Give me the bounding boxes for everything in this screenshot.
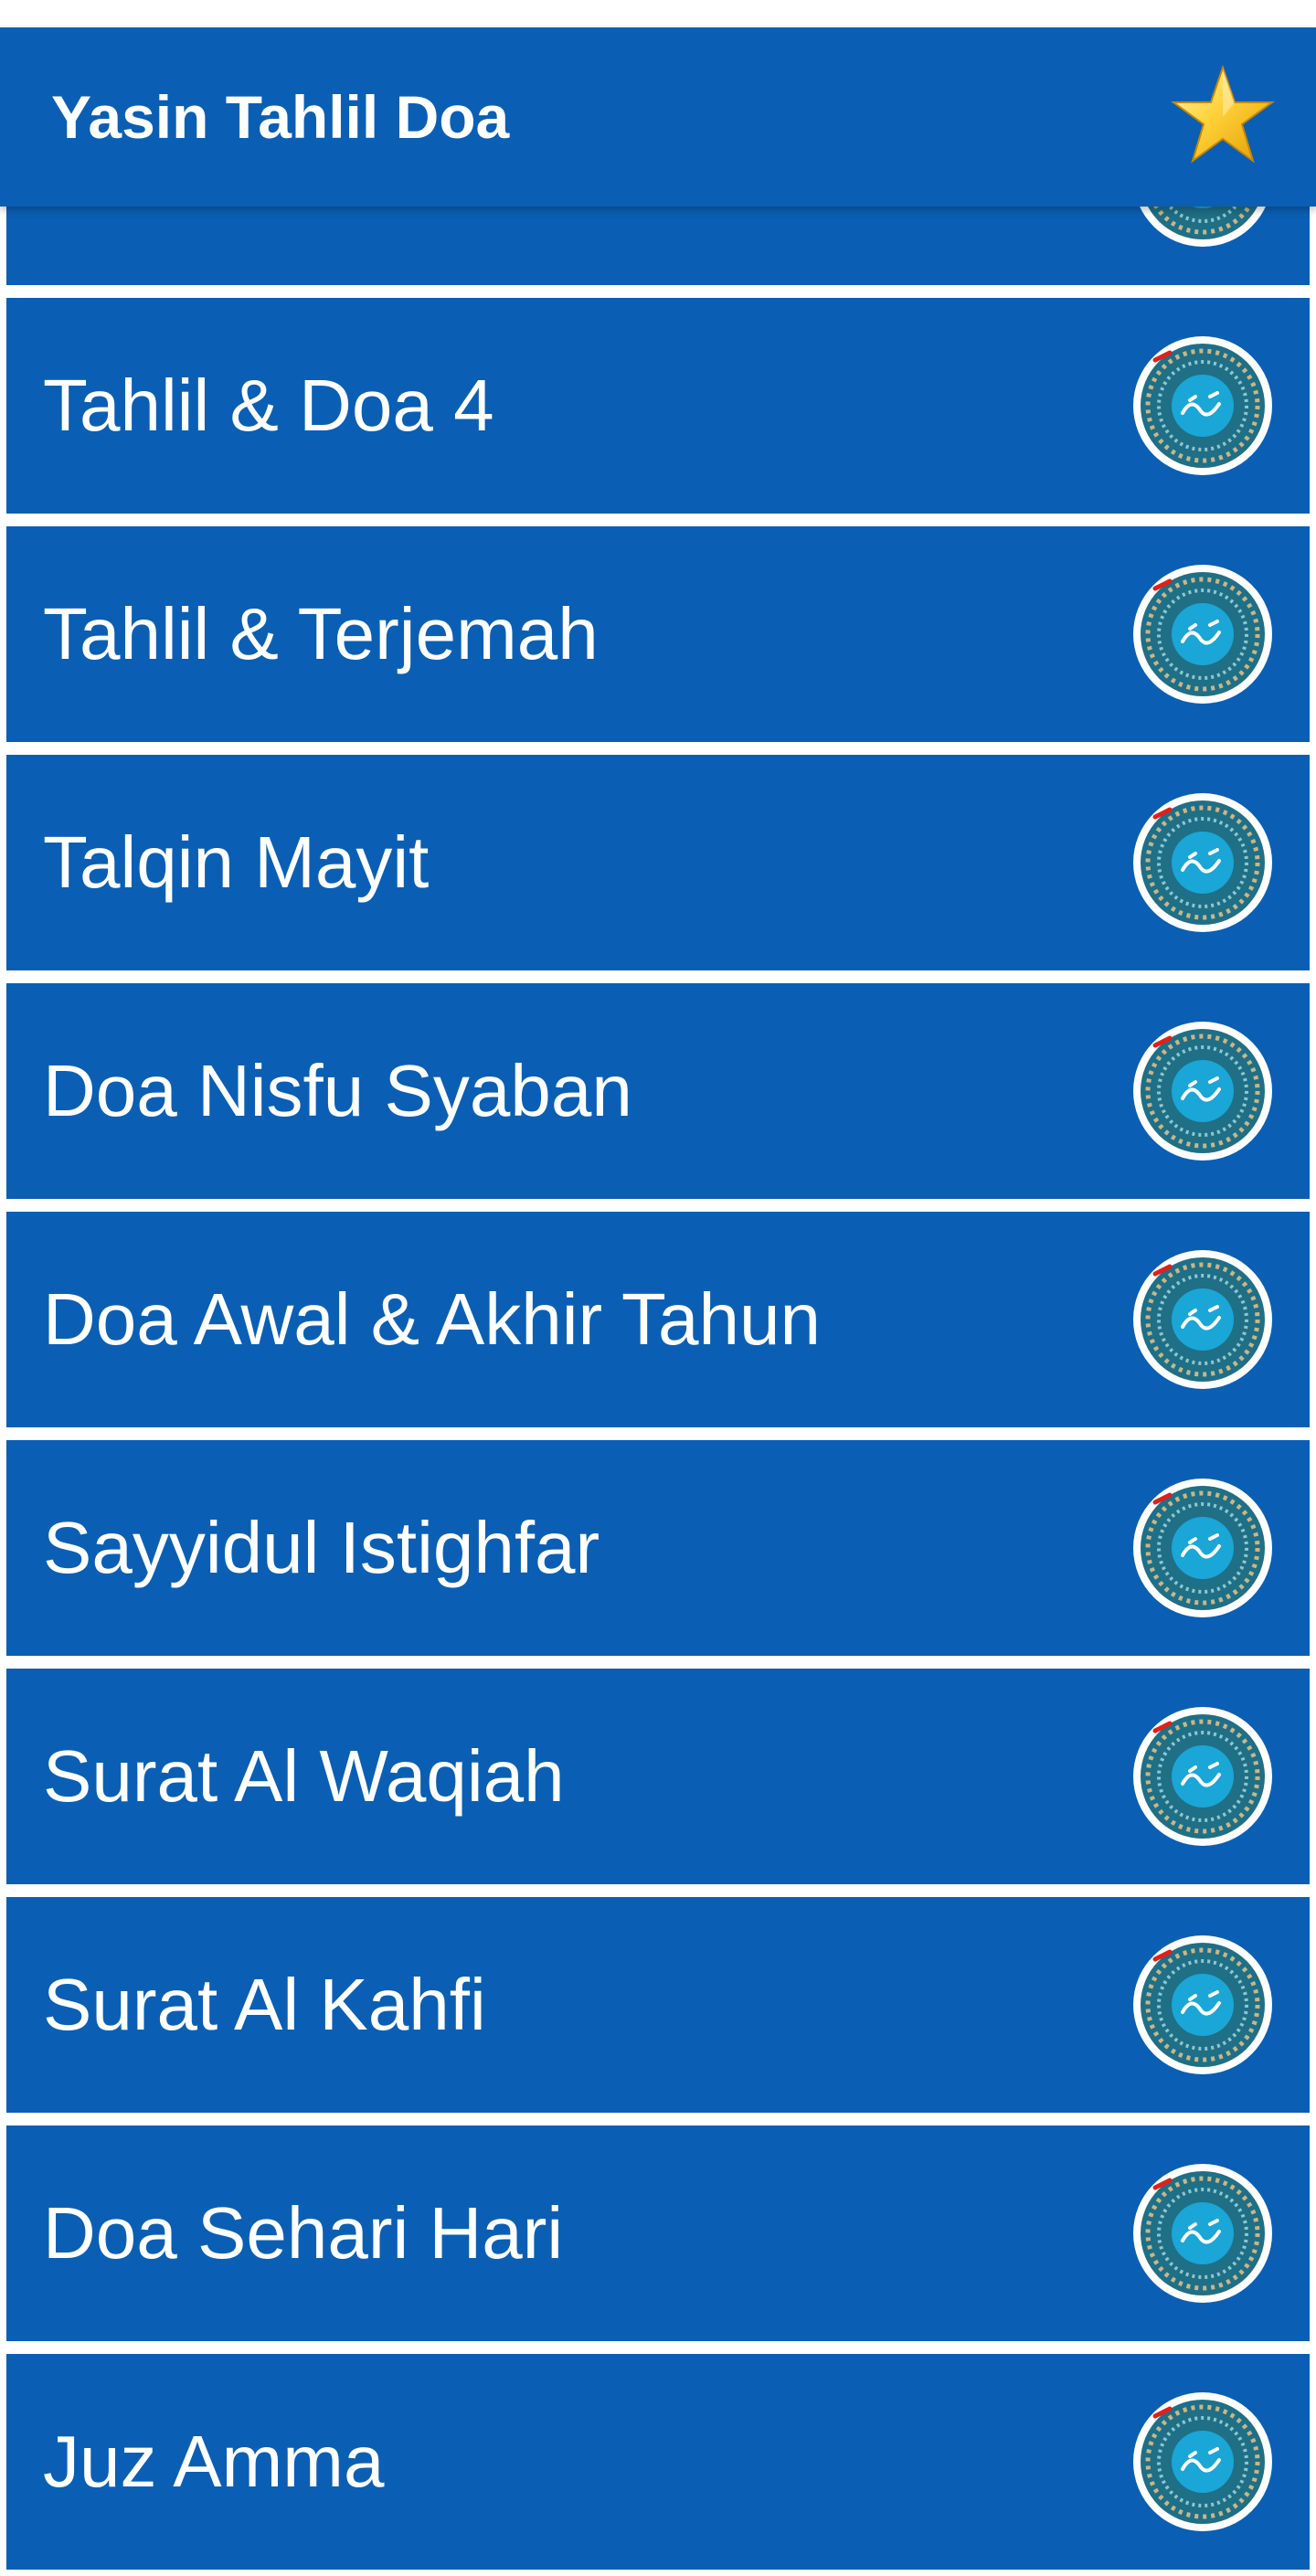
list-item[interactable]: Surat Al Waqiah bbox=[6, 1669, 1310, 1884]
star-icon bbox=[1170, 64, 1276, 164]
list-item-label: Tahlil & Doa 4 bbox=[43, 365, 494, 446]
list-item[interactable]: Tahlil & Doa 4 bbox=[6, 298, 1310, 514]
yasin-medallion-icon bbox=[1130, 1018, 1276, 1164]
list-item-label: Doa Sehari Hari bbox=[43, 2192, 564, 2274]
yasin-medallion-icon bbox=[1130, 2160, 1276, 2306]
list-item-label: Tahlil & Terjemah bbox=[43, 593, 599, 674]
list-item[interactable]: Juz Amma bbox=[6, 2354, 1310, 2570]
list-item[interactable]: Surat Al Kahfi bbox=[6, 1897, 1310, 2113]
favorite-button[interactable] bbox=[1168, 62, 1278, 172]
app-bar: Yasin Tahlil Doa bbox=[0, 27, 1316, 207]
list-item-label: Surat Al Kahfi bbox=[43, 1964, 486, 2045]
yasin-medallion-icon bbox=[1130, 1932, 1276, 2078]
yasin-medallion-icon bbox=[1130, 1475, 1276, 1621]
list-item-label: Sayyidul Istighfar bbox=[43, 1507, 600, 1588]
list-item[interactable]: Doa Awal & Akhir Tahun bbox=[6, 1212, 1310, 1427]
list-item-label: Doa Nisfu Syaban bbox=[43, 1050, 632, 1131]
yasin-medallion-icon bbox=[1130, 561, 1276, 707]
yasin-medallion-icon bbox=[1130, 2389, 1276, 2535]
list-item-label: Doa Awal & Akhir Tahun bbox=[43, 1278, 821, 1360]
yasin-medallion-icon bbox=[1130, 790, 1276, 936]
list-item-label: Talqin Mayit bbox=[43, 822, 430, 903]
list-item-label: Surat Al Waqiah bbox=[43, 1735, 565, 1817]
list-item[interactable]: Talqin Mayit bbox=[6, 755, 1310, 970]
list-item-label: Juz Amma bbox=[43, 2421, 385, 2502]
list-item[interactable]: Sayyidul Istighfar bbox=[6, 1440, 1310, 1656]
yasin-medallion-icon bbox=[1130, 1703, 1276, 1850]
list-item[interactable]: Tahlil & Terjemah bbox=[6, 526, 1310, 742]
app-title: Yasin Tahlil Doa bbox=[51, 83, 510, 151]
yasin-medallion-icon bbox=[1130, 333, 1276, 479]
list-item[interactable]: Doa Nisfu Syaban bbox=[6, 983, 1310, 1199]
yasin-medallion-icon bbox=[1130, 1246, 1276, 1393]
list-item[interactable]: Doa Sehari Hari bbox=[6, 2125, 1310, 2341]
